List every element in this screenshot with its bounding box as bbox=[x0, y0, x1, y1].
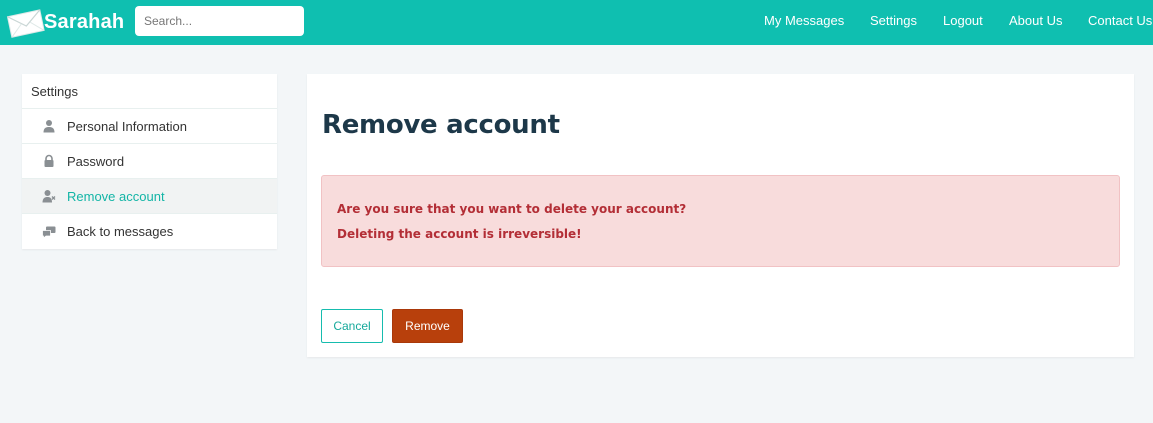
sidebar-item-label: Remove account bbox=[67, 188, 165, 204]
sidebar-item-remove-account[interactable]: Remove account bbox=[22, 179, 277, 214]
sidebar-item-back-to-messages[interactable]: Back to messages bbox=[22, 214, 277, 249]
sidebar-heading: Settings bbox=[22, 74, 277, 109]
remove-button[interactable]: Remove bbox=[392, 309, 463, 343]
danger-alert: Are you sure that you want to delete you… bbox=[321, 175, 1120, 267]
lock-icon bbox=[42, 154, 56, 168]
sidebar-item-personal-information[interactable]: Personal Information bbox=[22, 109, 277, 144]
messages-icon bbox=[42, 225, 56, 239]
page-title: Remove account bbox=[322, 110, 560, 140]
alert-question: Are you sure that you want to delete you… bbox=[337, 202, 687, 216]
nav-my-messages[interactable]: My Messages bbox=[764, 13, 844, 28]
sidebar-item-label: Personal Information bbox=[67, 118, 187, 134]
sidebar-item-label: Back to messages bbox=[67, 224, 174, 239]
nav-logout[interactable]: Logout bbox=[943, 13, 983, 28]
sidebar-item-label: Password bbox=[67, 153, 125, 169]
user-icon bbox=[42, 119, 56, 133]
settings-sidebar: Settings Personal Information Password R… bbox=[22, 74, 277, 249]
cancel-button[interactable]: Cancel bbox=[321, 309, 383, 343]
nav-about-us[interactable]: About Us bbox=[1009, 13, 1062, 28]
user-remove-icon bbox=[42, 189, 56, 203]
alert-warning: Deleting the account is irreversible! bbox=[337, 227, 582, 241]
nav-contact-us[interactable]: Contact Us bbox=[1088, 13, 1152, 28]
top-navbar: Sarahah My Messages Settings Logout Abou… bbox=[0, 0, 1153, 45]
sidebar-item-password[interactable]: Password bbox=[22, 144, 277, 179]
nav-settings[interactable]: Settings bbox=[870, 13, 917, 28]
remove-account-card: Remove account Are you sure that you wan… bbox=[307, 74, 1134, 357]
nav-links: My Messages Settings Logout About Us Con… bbox=[0, 0, 1153, 45]
